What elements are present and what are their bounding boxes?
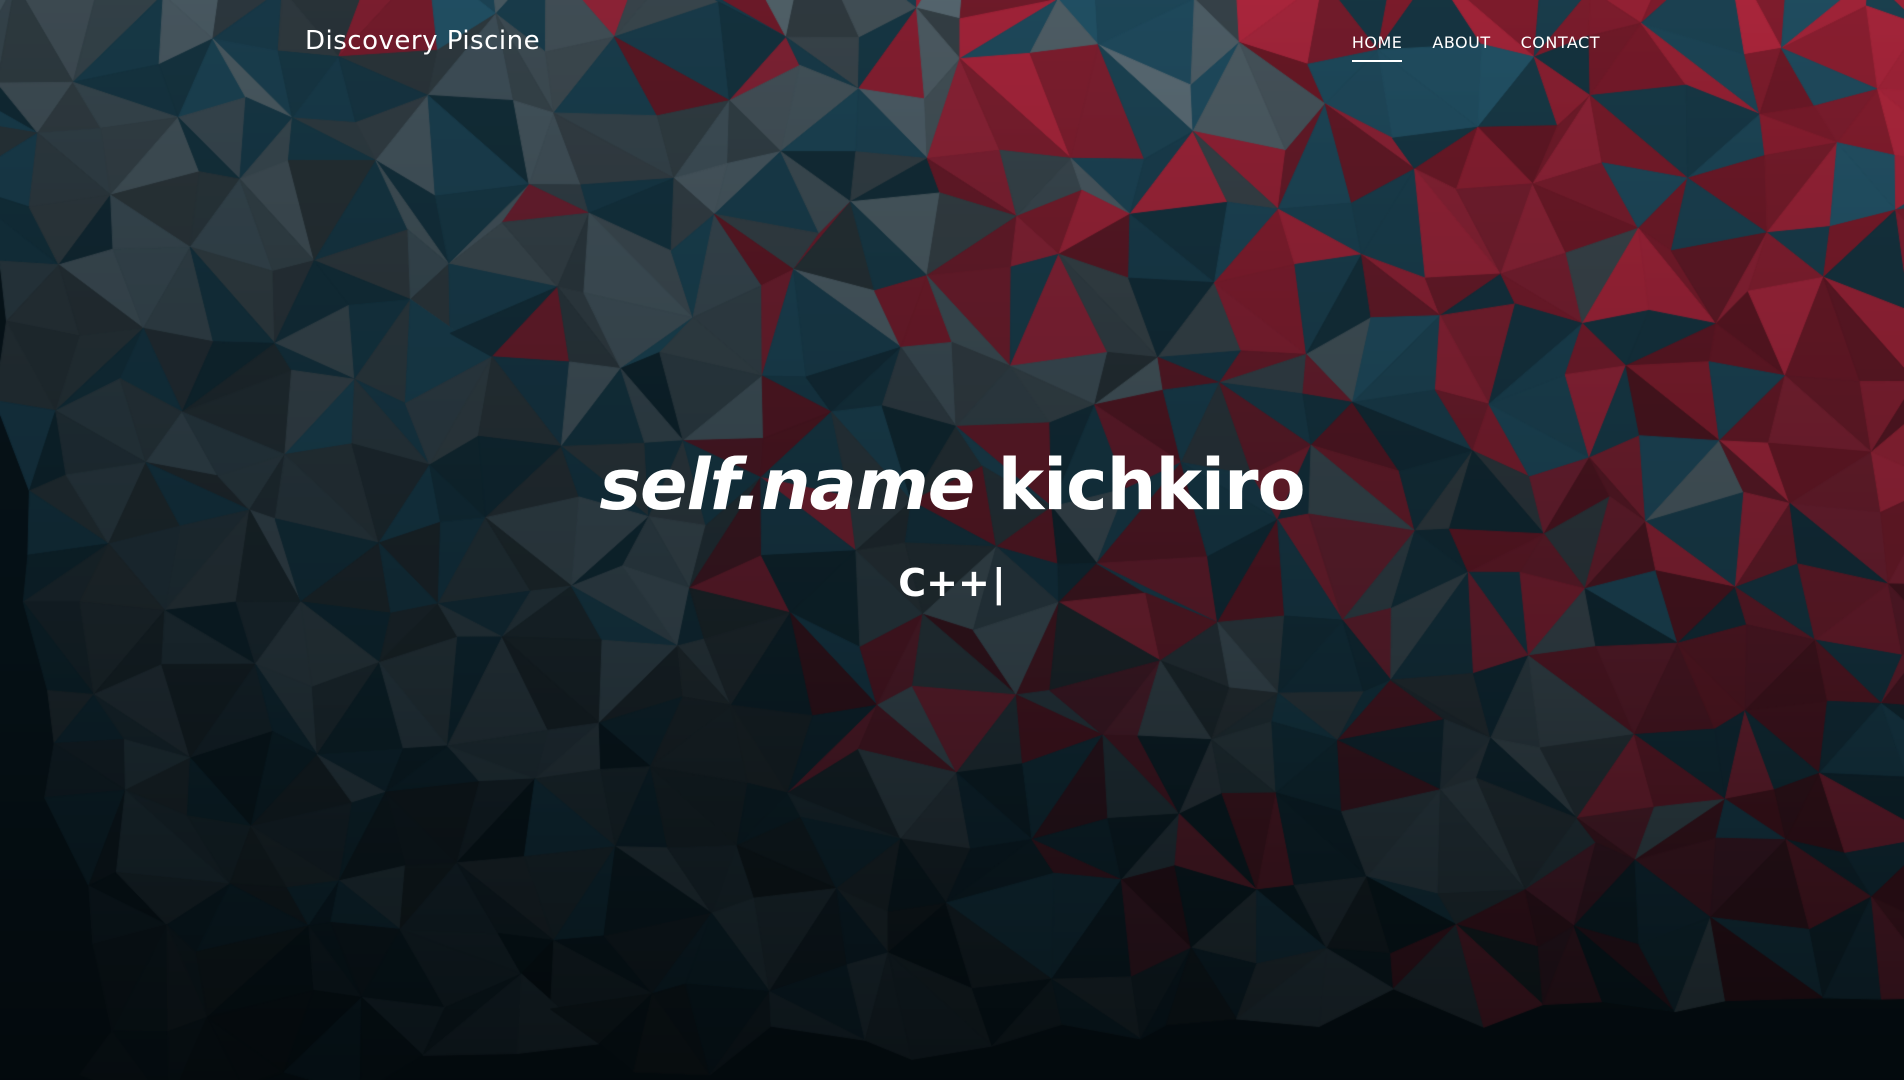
nav-links: HOME ABOUT CONTACT <box>1351 33 1600 62</box>
navbar: Discovery Piscine HOME ABOUT CONTACT <box>0 0 1904 86</box>
nav-link-about[interactable]: ABOUT <box>1432 33 1490 62</box>
low-poly-background-image <box>0 0 1904 1080</box>
nav-link-home[interactable]: HOME <box>1351 33 1403 62</box>
headline-code-text: self.name <box>599 444 975 526</box>
typed-text: C++ <box>898 561 990 605</box>
brand-link[interactable]: Discovery Piscine <box>305 26 540 56</box>
nav-link-contact[interactable]: CONTACT <box>1521 33 1600 62</box>
typing-cursor: | <box>991 561 1006 605</box>
headline-name-text: kichkiro <box>997 444 1306 526</box>
typed-subtitle: C++| <box>0 564 1904 602</box>
hero-headline: self.name kichkiro <box>0 450 1904 520</box>
hero-section: Discovery Piscine HOME ABOUT CONTACT sel… <box>0 0 1904 1080</box>
